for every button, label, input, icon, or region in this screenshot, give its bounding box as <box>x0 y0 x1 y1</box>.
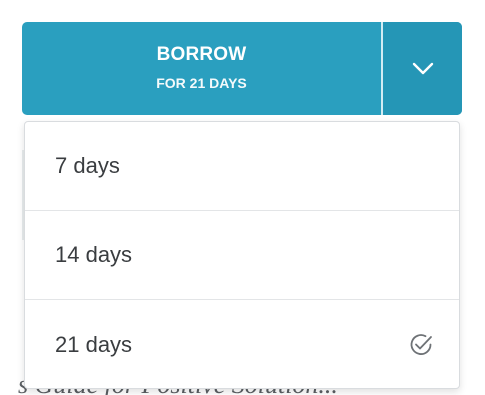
loan-duration-menu: 7 days 14 days 21 days <box>24 121 460 389</box>
menu-item-label: 7 days <box>55 153 120 178</box>
check-circle-icon <box>407 331 435 359</box>
borrow-duration-label: FOR 21 DAYS <box>156 74 247 91</box>
menu-item-14-days[interactable]: 14 days <box>25 211 459 300</box>
borrow-button-label: BORROW <box>156 43 247 65</box>
menu-item-7-days[interactable]: 7 days <box>25 122 459 211</box>
borrow-button[interactable]: BORROW FOR 21 DAYS <box>22 22 381 115</box>
borrow-button-divider <box>381 22 383 115</box>
chevron-down-icon <box>412 62 433 74</box>
menu-item-21-days[interactable]: 21 days <box>25 300 459 388</box>
borrow-dropdown-toggle[interactable] <box>383 22 462 115</box>
menu-item-label: 14 days <box>55 242 133 267</box>
menu-item-label: 21 days <box>55 331 133 357</box>
borrow-split-button: BORROW FOR 21 DAYS <box>22 22 462 115</box>
